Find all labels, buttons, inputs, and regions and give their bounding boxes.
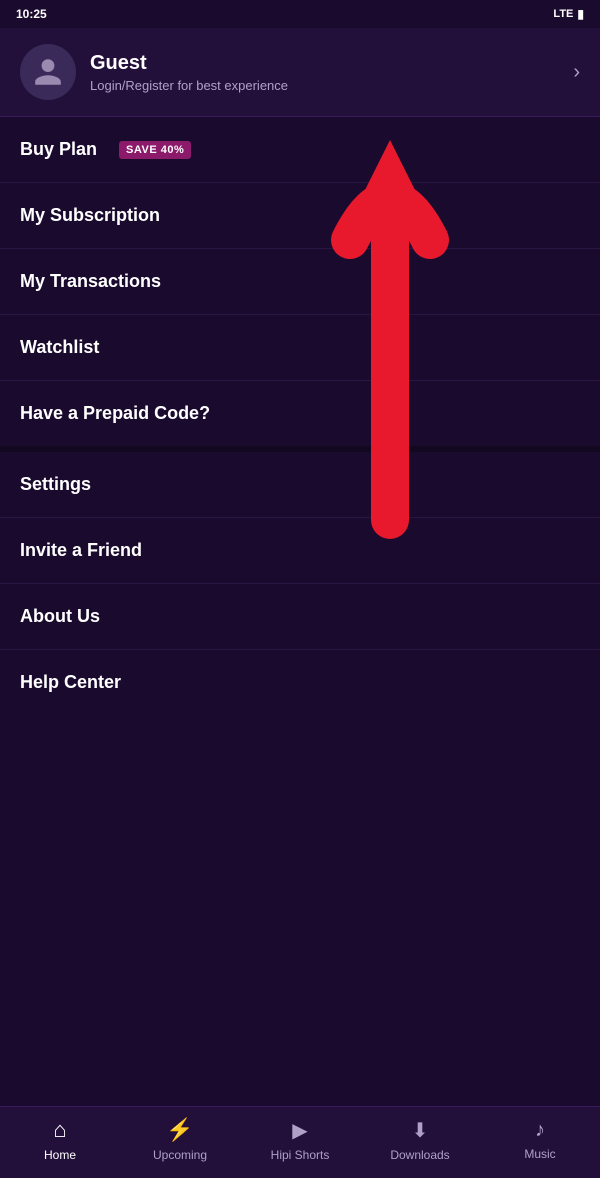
menu-item-left-watchlist: Watchlist (20, 337, 99, 358)
menu-label-help-center: Help Center (20, 672, 121, 693)
menu-item-my-subscription[interactable]: My Subscription (0, 183, 600, 249)
user-avatar-icon (32, 56, 64, 88)
status-right: LTE ▮ (553, 7, 584, 21)
menu-label-prepaid-code: Have a Prepaid Code? (20, 403, 210, 424)
menu-item-help-center[interactable]: Help Center (0, 650, 600, 715)
downloads-icon: ⬇ (412, 1118, 429, 1143)
battery-icon: ▮ (577, 7, 584, 21)
status-bar: 10:25 LTE ▮ (0, 0, 600, 28)
nav-label-music: Music (524, 1147, 555, 1161)
menu-item-watchlist[interactable]: Watchlist (0, 315, 600, 381)
menu-item-prepaid-code[interactable]: Have a Prepaid Code? (0, 381, 600, 446)
menu-item-left: Buy Plan SAVE 40% (20, 139, 191, 160)
user-subtitle: Login/Register for best experience (90, 78, 288, 93)
menu-label-my-transactions: My Transactions (20, 271, 161, 292)
menu-content: Buy Plan SAVE 40% My Subscription My Tra… (0, 117, 600, 795)
home-icon: ⌂ (53, 1117, 66, 1143)
menu-item-left-transactions: My Transactions (20, 271, 161, 292)
menu-item-my-transactions[interactable]: My Transactions (0, 249, 600, 315)
menu-item-left-about: About Us (20, 606, 100, 627)
status-time: 10:25 (16, 7, 47, 21)
menu-label-buy-plan: Buy Plan (20, 139, 97, 160)
bottom-nav: ⌂ Home ⚡ Upcoming ▶ Hipi Shorts ⬇ Downlo… (0, 1106, 600, 1178)
menu-item-left-prepaid: Have a Prepaid Code? (20, 403, 210, 424)
upcoming-icon: ⚡ (166, 1117, 193, 1143)
nav-item-downloads[interactable]: ⬇ Downloads (360, 1118, 480, 1162)
menu-label-watchlist: Watchlist (20, 337, 99, 358)
music-icon: ♪ (535, 1119, 545, 1142)
menu-label-about-us: About Us (20, 606, 100, 627)
user-text: Guest Login/Register for best experience (90, 52, 288, 93)
hipi-shorts-icon: ▶ (292, 1118, 307, 1143)
user-info: Guest Login/Register for best experience (20, 44, 288, 100)
menu-item-invite-friend[interactable]: Invite a Friend (0, 518, 600, 584)
menu-item-left-invite: Invite a Friend (20, 540, 142, 561)
menu-label-my-subscription: My Subscription (20, 205, 160, 226)
menu-section-main: Buy Plan SAVE 40% My Subscription My Tra… (0, 117, 600, 446)
menu-section-secondary: Settings Invite a Friend About Us Help C… (0, 452, 600, 715)
chevron-right-icon[interactable]: › (573, 61, 580, 84)
nav-item-home[interactable]: ⌂ Home (0, 1117, 120, 1162)
menu-item-about-us[interactable]: About Us (0, 584, 600, 650)
menu-label-invite-friend: Invite a Friend (20, 540, 142, 561)
menu-item-left-settings: Settings (20, 474, 91, 495)
avatar (20, 44, 76, 100)
nav-item-upcoming[interactable]: ⚡ Upcoming (120, 1117, 240, 1162)
nav-label-hipi-shorts: Hipi Shorts (271, 1148, 330, 1162)
nav-label-upcoming: Upcoming (153, 1148, 207, 1162)
user-header[interactable]: Guest Login/Register for best experience… (0, 28, 600, 117)
user-name: Guest (90, 52, 288, 75)
signal-icon: LTE (553, 8, 573, 20)
save-badge: SAVE 40% (119, 141, 191, 159)
menu-item-left-help: Help Center (20, 672, 121, 693)
menu-label-settings: Settings (20, 474, 91, 495)
menu-item-settings[interactable]: Settings (0, 452, 600, 518)
nav-label-home: Home (44, 1148, 76, 1162)
menu-item-buy-plan[interactable]: Buy Plan SAVE 40% (0, 117, 600, 183)
nav-label-downloads: Downloads (390, 1148, 449, 1162)
menu-item-left-subscription: My Subscription (20, 205, 160, 226)
nav-item-music[interactable]: ♪ Music (480, 1119, 600, 1161)
nav-item-hipi-shorts[interactable]: ▶ Hipi Shorts (240, 1118, 360, 1162)
